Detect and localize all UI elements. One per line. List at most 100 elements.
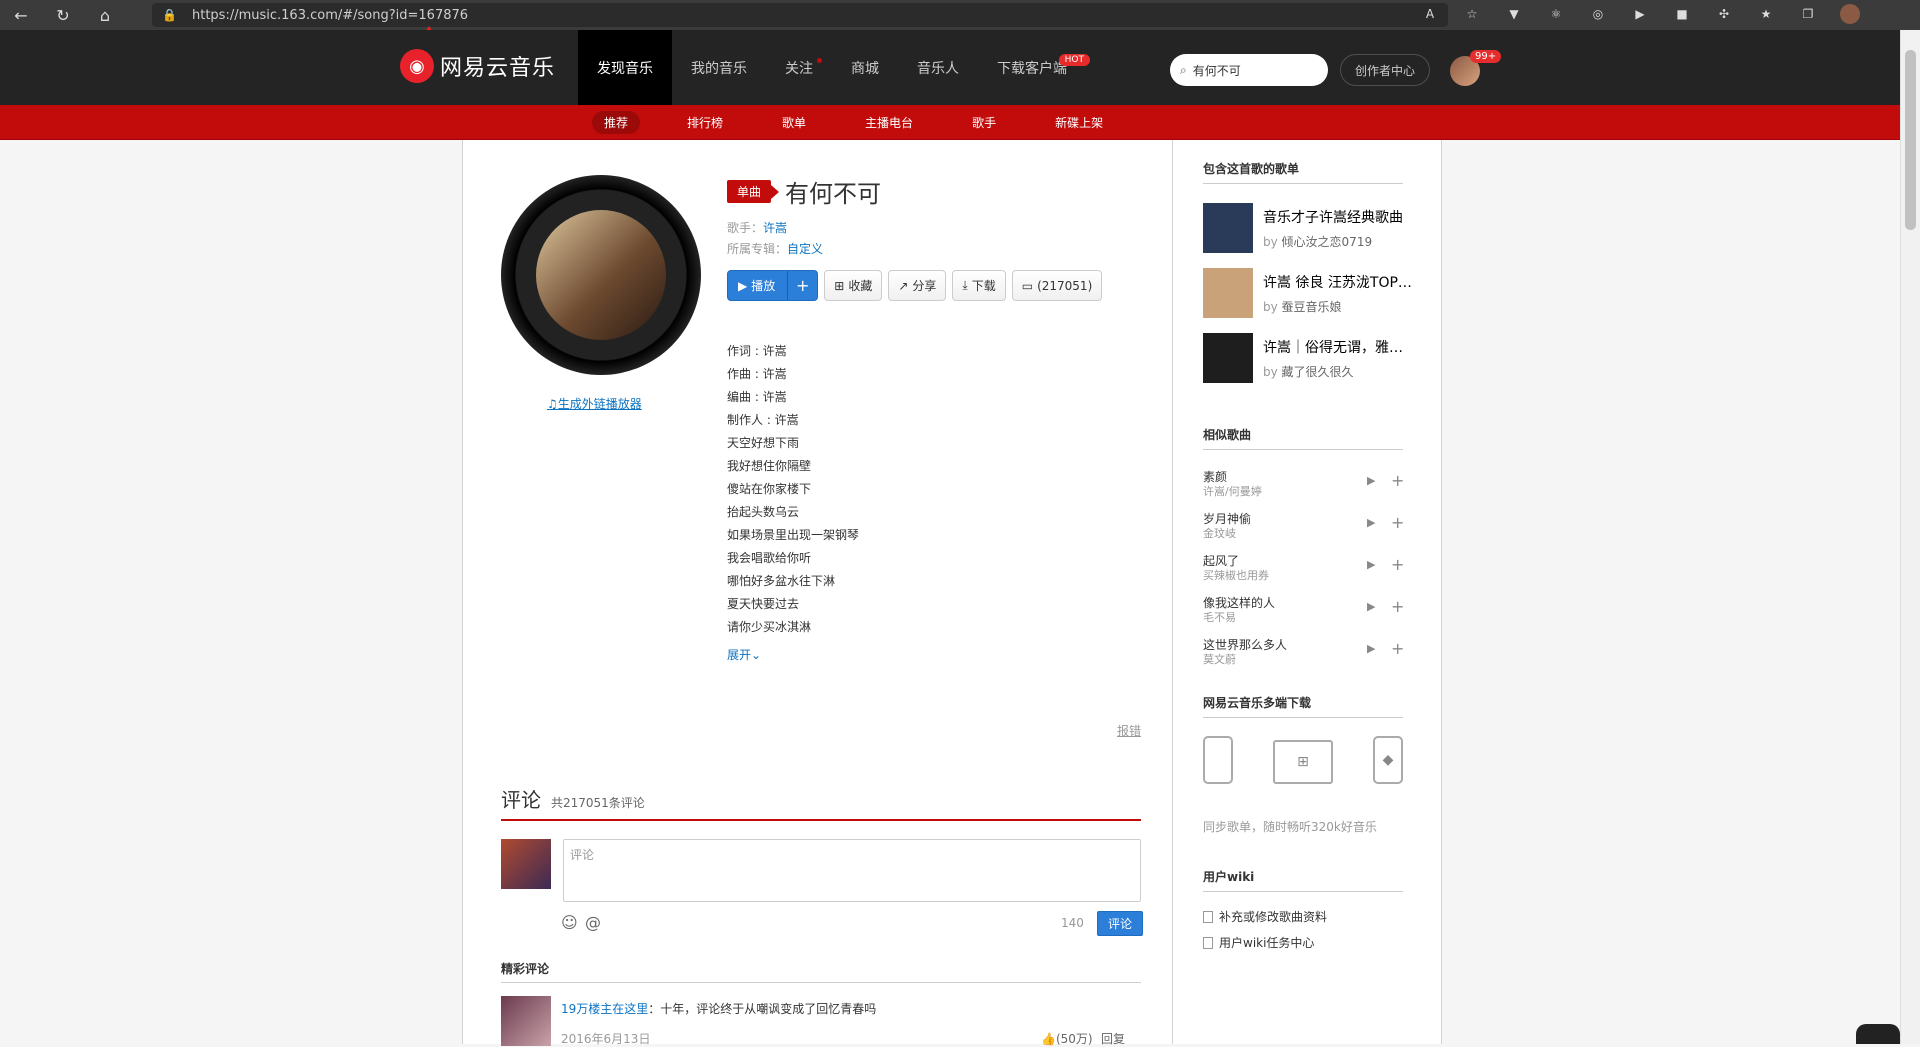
singer-label: 歌手： (727, 221, 764, 235)
collect-button[interactable]: ⊞ 收藏 (824, 270, 883, 301)
similar-section-title: 相似歌曲 (1203, 426, 1403, 450)
nav-my-music[interactable]: 我的音乐 (672, 30, 766, 105)
wiki-link[interactable]: 用户wiki任务中心 (1203, 934, 1314, 951)
subnav-playlists[interactable]: 歌单 (770, 111, 818, 134)
document-icon (1203, 936, 1213, 949)
sidebar: 包含这首歌的歌单 音乐才子许嵩经典歌曲 by 倾心汝之恋0719 许嵩 徐良 汪… (1173, 140, 1443, 1044)
vue-devtools-icon[interactable]: ▼ (1504, 4, 1524, 24)
playlist-cover[interactable] (1203, 333, 1253, 383)
comment-date: 2016年6月13日 (561, 1032, 651, 1046)
playlist-cover[interactable] (1203, 203, 1253, 253)
comment-user-link[interactable]: 19万楼主在这里 (561, 1002, 648, 1016)
playlist-name[interactable]: 许嵩｜俗得无谓，雅得绝对 (1263, 337, 1413, 357)
playlist-name[interactable]: 音乐才子许嵩经典歌曲 (1263, 207, 1413, 227)
nav-mall[interactable]: 商城 (832, 30, 898, 105)
list-item[interactable]: 许嵩 徐良 汪苏泷TOP串烧 by 蚕豆音乐娘 (1203, 268, 1413, 318)
extension-circle-icon[interactable]: ◎ (1588, 4, 1608, 24)
similar-song-artist[interactable]: 莫文蔚 (1203, 651, 1236, 667)
list-item[interactable]: 许嵩｜俗得无谓，雅得绝对 by 藏了很久很久 (1203, 333, 1413, 383)
wiki-link[interactable]: 补充或修改歌曲资料 (1203, 908, 1327, 925)
generate-player-link[interactable]: ♫生成外链播放器 (547, 395, 642, 412)
list-item: 素颜 许嵩/何曼婷 ▶ + (1203, 468, 1404, 502)
nav-download-client[interactable]: 下载客户端 HOT (978, 30, 1090, 105)
song-header: 单曲 有何不可 (727, 174, 881, 209)
favorites-icon[interactable]: ★ (1756, 4, 1776, 24)
download-button[interactable]: ⤓ 下载 (952, 270, 1006, 301)
play-icon[interactable]: ▶ (1367, 516, 1375, 529)
add-to-playlist-button[interactable]: + (787, 271, 817, 300)
subnav-artists[interactable]: 歌手 (960, 111, 1008, 134)
author-link[interactable]: 蚕豆音乐娘 (1282, 300, 1342, 314)
subnav-charts[interactable]: 排行榜 (675, 111, 735, 134)
song-actions: ▶ 播放 + ⊞ 收藏 ↗ 分享 ⤓ 下载 ▭ (217051) (727, 270, 1103, 301)
at-mention-icon[interactable]: @ (585, 913, 601, 932)
comment-button[interactable]: ▭ (217051) (1011, 270, 1103, 301)
address-bar[interactable]: 🔒 https://music.163.com/#/song?id=167876 (152, 3, 1448, 27)
nav-discover[interactable]: 发现音乐 (578, 30, 672, 105)
react-devtools-icon[interactable]: ⚛ (1546, 4, 1566, 24)
report-link[interactable]: 报错 (1117, 722, 1141, 739)
add-icon[interactable]: + (1391, 597, 1404, 616)
play-icon[interactable]: ▶ (1367, 558, 1375, 571)
subnav-new-albums[interactable]: 新碟上架 (1043, 111, 1115, 134)
similar-song-artist[interactable]: 毛不易 (1203, 609, 1236, 625)
nav-musician[interactable]: 音乐人 (898, 30, 978, 105)
playlist-name[interactable]: 许嵩 徐良 汪苏泷TOP串烧 (1263, 272, 1413, 292)
creator-center-button[interactable]: 创作者中心 (1340, 54, 1430, 86)
avatar[interactable] (501, 996, 551, 1046)
search-value: 有何不可 (1192, 63, 1241, 78)
add-icon[interactable]: + (1391, 639, 1404, 658)
subnav-radio[interactable]: 主播电台 (853, 111, 925, 134)
windows-pc-icon[interactable]: ⊞ (1273, 740, 1333, 784)
nav-follow[interactable]: 关注 (766, 30, 832, 105)
emoji-icon[interactable]: ☺ (561, 913, 578, 932)
add-icon[interactable]: + (1391, 513, 1404, 532)
comment-input[interactable]: 评论 (563, 839, 1141, 902)
singer-link[interactable]: 许嵩 (763, 221, 787, 235)
site-logo[interactable]: ◉ 网易云音乐 (400, 49, 555, 83)
album-link[interactable]: 自定义 (787, 242, 823, 256)
subnav-recommend[interactable]: 推荐 (592, 111, 641, 134)
play-icon[interactable]: ▶ (1367, 474, 1375, 487)
add-icon[interactable]: + (1391, 471, 1404, 490)
apple-phone-icon[interactable] (1203, 736, 1233, 784)
back-to-top-button[interactable] (1856, 1024, 1900, 1044)
play-icon[interactable]: ▶ (1367, 642, 1375, 655)
similar-song-artist[interactable]: 许嵩/何曼婷 (1203, 483, 1262, 499)
profile-icon[interactable] (1840, 4, 1860, 24)
playlist-cover[interactable] (1203, 268, 1253, 318)
reply-button[interactable]: 回复 (1101, 1030, 1125, 1047)
favorite-add-icon[interactable]: ☆ (1462, 4, 1482, 24)
play-button[interactable]: ▶ 播放 + (727, 270, 819, 301)
search-input[interactable]: ⌕ 有何不可 (1170, 54, 1328, 86)
page-scrollbar[interactable] (1900, 30, 1920, 1044)
like-button[interactable]: 👍(50万) (1041, 1030, 1093, 1047)
list-item[interactable]: 音乐才子许嵩经典歌曲 by 倾心汝之恋0719 (1203, 203, 1413, 253)
home-icon[interactable]: ⌂ (84, 0, 126, 30)
similar-song-artist[interactable]: 金玟岐 (1203, 525, 1236, 541)
similar-song-artist[interactable]: 买辣椒也用券 (1203, 567, 1269, 583)
author-link[interactable]: 倾心汝之恋0719 (1282, 235, 1373, 249)
extension-purple-icon[interactable]: ▶ (1630, 4, 1650, 24)
collections-icon[interactable]: ❐ (1798, 4, 1818, 24)
back-icon[interactable]: ← (0, 0, 42, 30)
play-icon[interactable]: ▶ (1367, 600, 1375, 613)
android-phone-icon[interactable]: ◆ (1373, 736, 1403, 784)
collect-label: 收藏 (848, 279, 873, 293)
read-aloud-icon[interactable]: A (1420, 4, 1440, 24)
submit-comment-button[interactable]: 评论 (1097, 911, 1143, 936)
playlist-author: by 倾心汝之恋0719 (1263, 233, 1372, 250)
expand-lyrics-link[interactable]: 展开⌄ (727, 646, 761, 663)
comments-header: 评论 共217051条评论 (501, 784, 1141, 821)
add-icon[interactable]: + (1391, 555, 1404, 574)
extensions-puzzle-icon[interactable]: ✣ (1714, 4, 1734, 24)
download-section-title: 网易云音乐多端下载 (1203, 694, 1403, 718)
extension-blue-icon[interactable]: ■ (1672, 4, 1692, 24)
refresh-icon[interactable]: ↻ (42, 0, 84, 30)
lyric-line: 抬起头数乌云 (727, 505, 800, 519)
playlist-author: by 藏了很久很久 (1263, 363, 1354, 380)
share-button[interactable]: ↗ 分享 (888, 270, 947, 301)
scroll-thumb[interactable] (1905, 50, 1916, 230)
author-link[interactable]: 藏了很久很久 (1282, 365, 1354, 379)
playlist-author: by 蚕豆音乐娘 (1263, 298, 1342, 315)
